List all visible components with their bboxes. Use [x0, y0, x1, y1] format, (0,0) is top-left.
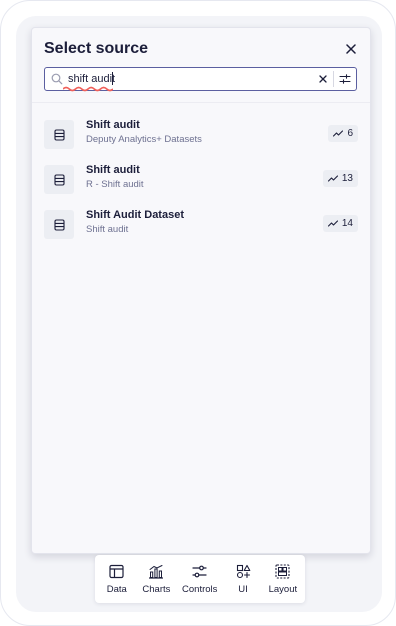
- toolbar-label: Charts: [142, 583, 171, 595]
- close-icon: [346, 44, 356, 54]
- usage-count: 13: [341, 173, 353, 184]
- toolbar-ui-button[interactable]: UI: [229, 555, 257, 603]
- result-item[interactable]: Shift audit R - Shift audit 13: [32, 157, 370, 202]
- select-source-panel: Select source shift audit Shift audit De…: [31, 27, 371, 554]
- usage-count: 14: [341, 218, 353, 229]
- toolbar-label: Controls: [182, 583, 218, 595]
- shapes-icon: [235, 564, 251, 580]
- search-input[interactable]: [68, 70, 308, 88]
- result-item[interactable]: Shift Audit Dataset Shift audit 14: [32, 202, 370, 247]
- result-item[interactable]: Shift audit Deputy Analytics+ Datasets 6: [32, 112, 370, 157]
- panel-title: Select source: [44, 40, 149, 57]
- search-box: [44, 67, 357, 92]
- toolbar-controls-button[interactable]: Controls: [182, 555, 217, 603]
- search-divider: [333, 71, 334, 87]
- usage-count: 6: [347, 128, 353, 139]
- filter-sliders-icon: [339, 74, 351, 84]
- database-icon: [44, 210, 74, 239]
- result-title: Shift audit: [86, 119, 140, 131]
- clear-icon: [319, 75, 327, 83]
- trend-icon: [327, 175, 338, 182]
- table-icon: [109, 564, 125, 580]
- result-title: Shift Audit Dataset: [86, 209, 184, 221]
- close-button[interactable]: [340, 38, 362, 60]
- usage-count-badge: 6: [328, 125, 358, 142]
- usage-count-badge: 13: [322, 170, 358, 187]
- result-subtitle: Deputy Analytics+ Datasets: [86, 134, 202, 145]
- toolbar-label: Data: [106, 583, 127, 595]
- result-title: Shift audit: [86, 164, 140, 176]
- text-cursor: [112, 72, 113, 85]
- result-subtitle: R - Shift audit: [86, 179, 144, 190]
- trend-icon: [333, 130, 344, 137]
- toolbar-data-button[interactable]: Data: [103, 555, 131, 603]
- charts-icon: [148, 564, 164, 580]
- device-frame: Select source shift audit Shift audit De…: [0, 0, 396, 626]
- result-list: Shift audit Deputy Analytics+ Datasets 6: [32, 112, 370, 247]
- database-icon: [44, 120, 74, 149]
- layout-icon: [275, 564, 291, 580]
- toolbar-charts-button[interactable]: Charts: [142, 555, 170, 603]
- toolbar-label: UI: [238, 583, 248, 595]
- result-subtitle: Shift audit: [86, 224, 129, 235]
- database-icon: [44, 165, 74, 194]
- clear-search-button[interactable]: [316, 72, 330, 86]
- header-divider: [32, 102, 370, 103]
- toolbar-layout-button[interactable]: Layout: [268, 555, 298, 603]
- search-icon: [51, 73, 63, 85]
- usage-count-badge: 14: [322, 215, 358, 232]
- sliders-icon: [192, 564, 208, 580]
- bottom-toolbar: Data Charts Controls UI Layout: [95, 555, 305, 603]
- trend-icon: [327, 220, 338, 227]
- filter-button[interactable]: [338, 72, 352, 86]
- toolbar-label: Layout: [268, 583, 298, 595]
